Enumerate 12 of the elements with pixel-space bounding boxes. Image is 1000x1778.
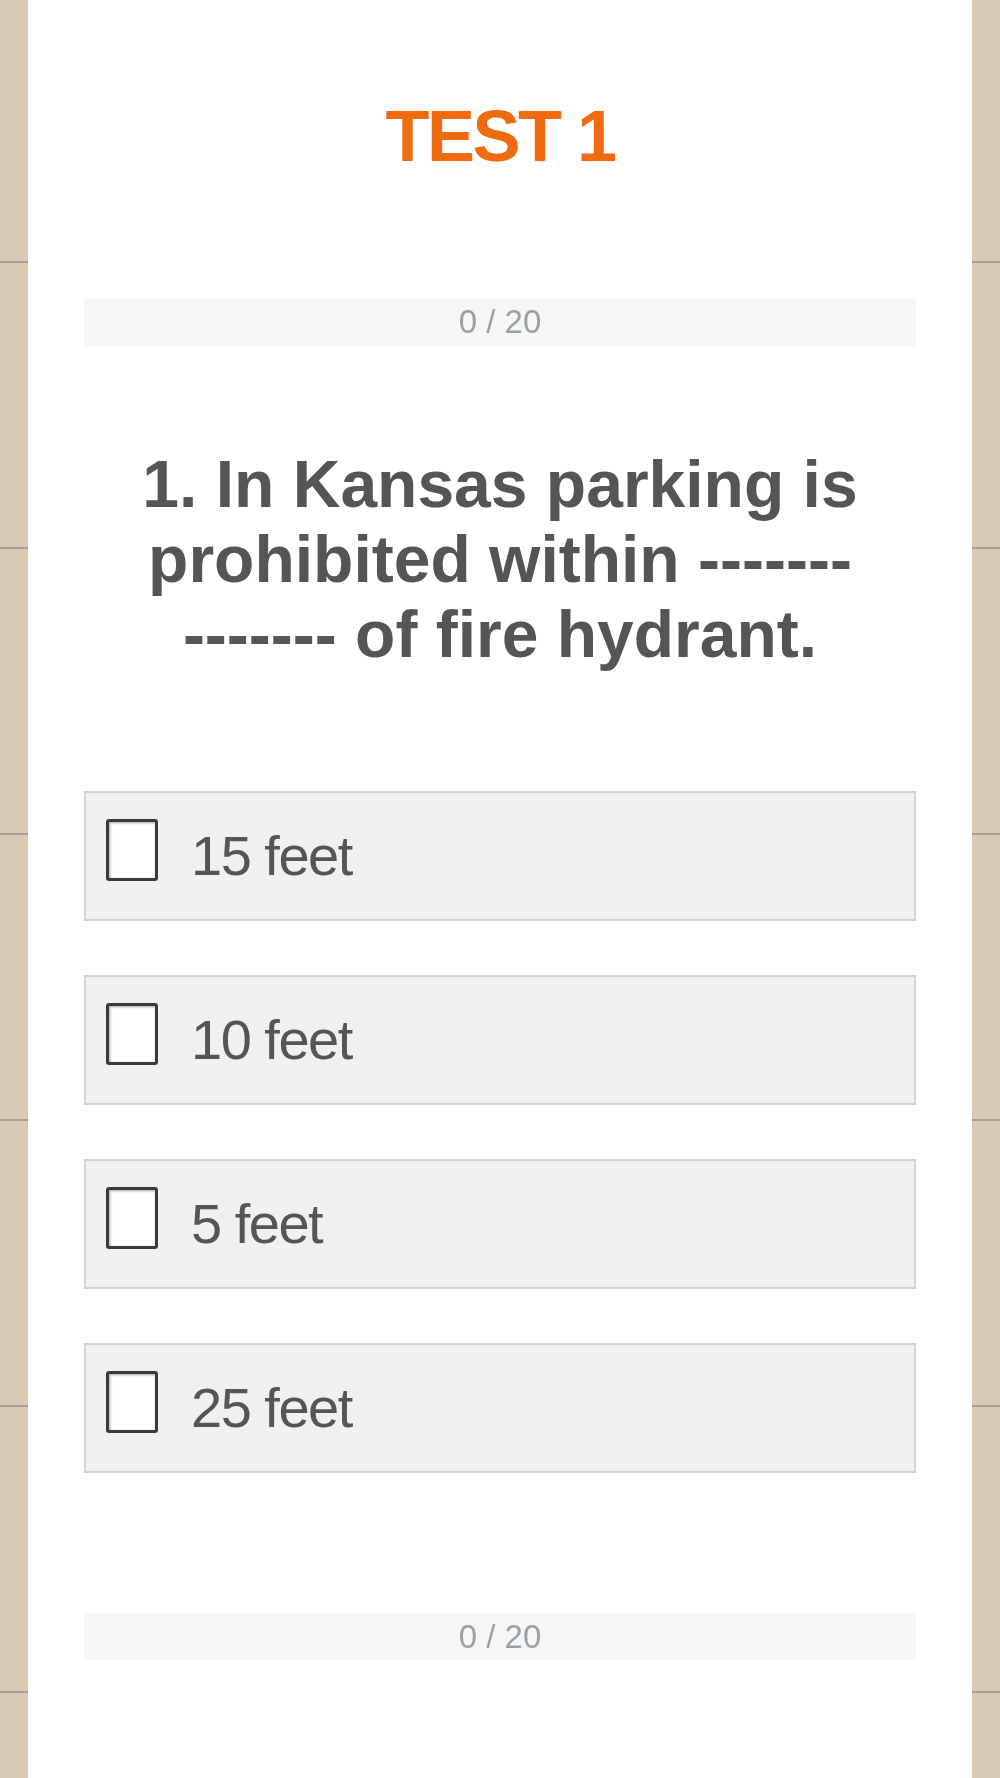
question-text: 1. In Kansas parking is prohibited within -------------- of fire hydrant.	[141, 447, 859, 672]
answer-option[interactable]: 15 feet	[84, 791, 916, 921]
progress-text: 0 / 20	[458, 303, 542, 341]
checkbox[interactable]	[106, 1187, 158, 1249]
answer-option[interactable]: 10 feet	[84, 975, 916, 1105]
checkbox[interactable]	[106, 1003, 158, 1065]
answer-option[interactable]: 5 feet	[84, 1159, 916, 1289]
progress-text: 0 / 20	[458, 1617, 542, 1656]
answer-option[interactable]: 25 feet	[84, 1343, 916, 1473]
quiz-title: TEST 1	[385, 95, 615, 177]
checkbox[interactable]	[106, 1371, 158, 1433]
checkbox[interactable]	[106, 819, 158, 881]
